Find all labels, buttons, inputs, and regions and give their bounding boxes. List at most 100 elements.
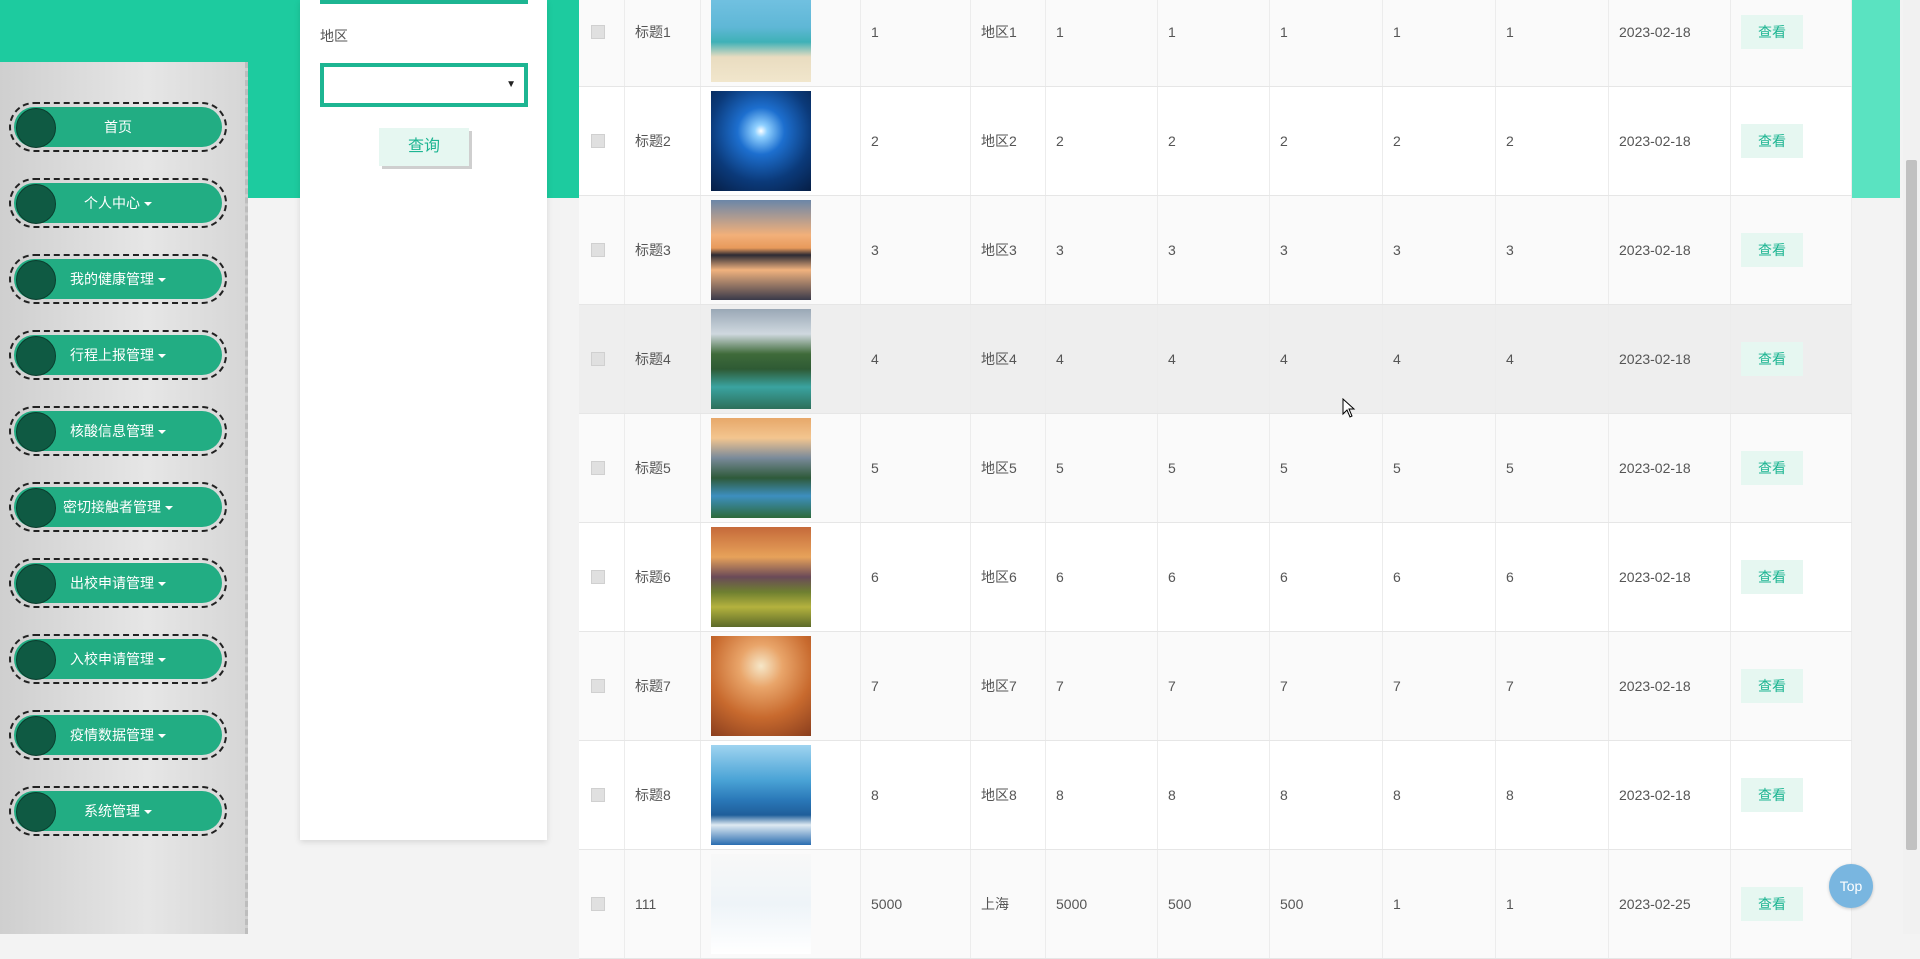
table-cell-image: [701, 850, 861, 958]
table-row[interactable]: 标题7 7 地区7 7 7 7 7 7 2023-02-18 查看: [579, 632, 1852, 741]
table-cell-title: 标题1: [625, 0, 701, 86]
table-cell-c3: 2: [1158, 87, 1270, 195]
table-cell-c5: 7: [1383, 632, 1496, 740]
row-checkbox[interactable]: [591, 25, 605, 39]
table-cell-date: 2023-02-18: [1609, 305, 1731, 413]
row-image[interactable]: [711, 418, 811, 518]
row-image[interactable]: [711, 745, 811, 845]
sidebar-menu-item[interactable]: 入校申请管理: [9, 634, 227, 684]
table-cell-c2: 5000: [1046, 850, 1158, 958]
table-cell-region: 地区8: [971, 741, 1046, 849]
sidebar-menu-item[interactable]: 系统管理: [9, 786, 227, 836]
table-cell-c1: 6: [861, 523, 971, 631]
table-cell-checkbox: [579, 523, 625, 631]
sidebar-menu-label: 密切接触者管理: [63, 499, 161, 515]
sidebar-menu-button[interactable]: 我的健康管理: [14, 259, 222, 300]
sidebar-menu-item[interactable]: 密切接触者管理: [9, 482, 227, 532]
view-button[interactable]: 查看: [1741, 233, 1803, 267]
sidebar-menu-button[interactable]: 疫情数据管理: [14, 715, 222, 756]
table-cell-action: 查看: [1731, 0, 1852, 86]
sidebar-menu-item[interactable]: 行程上报管理: [9, 330, 227, 380]
scrollbar-thumb[interactable]: [1906, 160, 1917, 850]
circle-icon: [16, 488, 56, 528]
table-cell-action: 查看: [1731, 414, 1852, 522]
row-checkbox[interactable]: [591, 461, 605, 475]
row-checkbox[interactable]: [591, 679, 605, 693]
table-row[interactable]: 标题4 4 地区4 4 4 4 4 4 2023-02-18 查看: [579, 305, 1852, 414]
table-cell-region: 地区5: [971, 414, 1046, 522]
view-button[interactable]: 查看: [1741, 124, 1803, 158]
row-checkbox[interactable]: [591, 243, 605, 257]
table-cell-c4: 8: [1270, 741, 1383, 849]
sidebar-menu-button[interactable]: 入校申请管理: [14, 639, 222, 680]
table-cell-checkbox: [579, 87, 625, 195]
table-cell-c6: 4: [1496, 305, 1609, 413]
table-cell-image: [701, 741, 861, 849]
row-image[interactable]: [711, 636, 811, 736]
view-button[interactable]: 查看: [1741, 778, 1803, 812]
circle-icon: [16, 640, 56, 680]
row-checkbox[interactable]: [591, 570, 605, 584]
row-checkbox[interactable]: [591, 352, 605, 366]
sidebar-menu-button[interactable]: 密切接触者管理: [14, 487, 222, 528]
table-row[interactable]: 111 5000 上海 5000 500 500 1 1 2023-02-25 查看: [579, 850, 1852, 959]
table-cell-date: 2023-02-18: [1609, 0, 1731, 86]
page-scrollbar[interactable]: [1903, 0, 1920, 934]
sidebar-menu-button[interactable]: 核酸信息管理: [14, 411, 222, 452]
table-row[interactable]: 标题5 5 地区5 5 5 5 5 5 2023-02-18 查看: [579, 414, 1852, 523]
table-cell-c5: 2: [1383, 87, 1496, 195]
table-cell-c6: 1: [1496, 850, 1609, 958]
table-cell-c4: 4: [1270, 305, 1383, 413]
circle-icon: [16, 564, 56, 604]
table-row[interactable]: 标题3 3 地区3 3 3 3 3 3 2023-02-18 查看: [579, 196, 1852, 305]
table-cell-c1: 1: [861, 0, 971, 86]
view-button[interactable]: 查看: [1741, 887, 1803, 921]
table-row[interactable]: 标题2 2 地区2 2 2 2 2 2 2023-02-18 查看: [579, 87, 1852, 196]
table-row[interactable]: 标题1 1 地区1 1 1 1 1 1 2023-02-18 查看: [579, 0, 1852, 87]
view-button[interactable]: 查看: [1741, 15, 1803, 49]
row-image[interactable]: [711, 0, 811, 82]
row-image[interactable]: [711, 91, 811, 191]
sidebar-menu-button[interactable]: 个人中心: [14, 183, 222, 224]
row-image[interactable]: [711, 527, 811, 627]
row-checkbox[interactable]: [591, 134, 605, 148]
sidebar-menu-item[interactable]: 个人中心: [9, 178, 227, 228]
sidebar-menu-item[interactable]: 核酸信息管理: [9, 406, 227, 456]
sidebar-menu-button[interactable]: 出校申请管理: [14, 563, 222, 604]
view-button[interactable]: 查看: [1741, 669, 1803, 703]
circle-icon: [16, 108, 56, 148]
region-select[interactable]: ▼: [320, 63, 528, 107]
table-cell-c5: 4: [1383, 305, 1496, 413]
table-cell-checkbox: [579, 850, 625, 958]
back-to-top-button[interactable]: Top: [1829, 864, 1873, 908]
sidebar-menu-button[interactable]: 首页: [14, 107, 222, 148]
table-row[interactable]: 标题6 6 地区6 6 6 6 6 6 2023-02-18 查看: [579, 523, 1852, 632]
table-cell-region: 地区2: [971, 87, 1046, 195]
view-button[interactable]: 查看: [1741, 451, 1803, 485]
row-image[interactable]: [711, 200, 811, 300]
table-cell-c2: 1: [1046, 0, 1158, 86]
sidebar-menu-label: 疫情数据管理: [70, 727, 154, 743]
table-cell-date: 2023-02-18: [1609, 414, 1731, 522]
row-image[interactable]: [711, 309, 811, 409]
sidebar-menu-item[interactable]: 我的健康管理: [9, 254, 227, 304]
sidebar-menu-item[interactable]: 出校申请管理: [9, 558, 227, 608]
table-cell-action: 查看: [1731, 87, 1852, 195]
row-checkbox[interactable]: [591, 788, 605, 802]
view-button[interactable]: 查看: [1741, 560, 1803, 594]
table-cell-c1: 4: [861, 305, 971, 413]
sidebar-menu-button[interactable]: 系统管理: [14, 791, 222, 832]
row-checkbox[interactable]: [591, 897, 605, 911]
table-cell-region: 地区4: [971, 305, 1046, 413]
table-cell-date: 2023-02-18: [1609, 196, 1731, 304]
search-field-partial[interactable]: [320, 0, 528, 4]
search-panel: 地区 ▼ 查询: [300, 0, 547, 840]
sidebar-menu-button[interactable]: 行程上报管理: [14, 335, 222, 376]
view-button[interactable]: 查看: [1741, 342, 1803, 376]
row-image[interactable]: [711, 854, 811, 954]
sidebar-menu-item[interactable]: 疫情数据管理: [9, 710, 227, 760]
table-cell-image: [701, 523, 861, 631]
query-button[interactable]: 查询: [379, 128, 469, 166]
sidebar-menu-item[interactable]: 首页: [9, 102, 227, 152]
table-row[interactable]: 标题8 8 地区8 8 8 8 8 8 2023-02-18 查看: [579, 741, 1852, 850]
